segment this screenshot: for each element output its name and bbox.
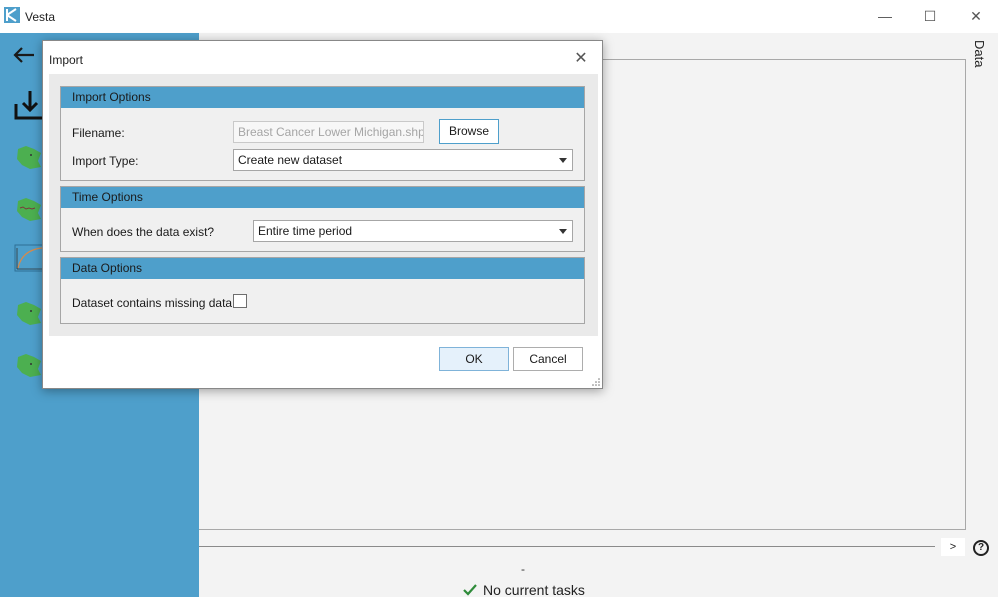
map-thumbnail-icon[interactable] — [14, 195, 44, 223]
group-heading: Time Options — [61, 187, 584, 208]
group-heading: Import Options — [61, 87, 584, 108]
import-type-label: Import Type: — [72, 154, 139, 168]
map-thumbnail-icon[interactable] — [14, 351, 44, 379]
cancel-button[interactable]: Cancel — [513, 347, 583, 371]
timeline-track[interactable] — [199, 546, 935, 547]
data-exist-label: When does the data exist? — [72, 225, 215, 239]
data-exist-select[interactable]: Entire time period — [253, 220, 573, 242]
dialog-body: Import Options Filename: Breast Cancer L… — [49, 74, 598, 336]
ok-button[interactable]: OK — [439, 347, 509, 371]
chevron-down-icon — [559, 229, 567, 234]
chart-thumbnail-icon[interactable] — [14, 244, 44, 272]
filename-field[interactable]: Breast Cancer Lower Michigan.shp — [233, 121, 424, 143]
status-dash: - — [521, 562, 525, 576]
data-exist-value: Entire time period — [258, 224, 353, 238]
back-arrow-icon[interactable] — [12, 45, 36, 65]
chevron-down-icon — [559, 158, 567, 163]
data-side-tab[interactable]: Data — [972, 40, 987, 67]
import-type-value: Create new dataset — [238, 153, 343, 167]
task-status: No current tasks — [463, 582, 585, 597]
window-title: Vesta — [25, 10, 56, 24]
minimize-button[interactable]: — — [875, 6, 895, 26]
dialog-title: Import — [49, 53, 84, 67]
task-status-text: No current tasks — [483, 582, 585, 597]
data-options-group: Data Options Dataset contains missing da… — [60, 257, 585, 324]
expand-button[interactable]: > — [941, 538, 965, 556]
import-dialog: Import ✕ Import Options Filename: Breast… — [42, 40, 603, 389]
vesta-logo-icon — [4, 7, 20, 23]
browse-button[interactable]: Browse — [439, 119, 499, 144]
maximize-button[interactable]: ☐ — [920, 6, 940, 26]
import-options-group: Import Options Filename: Breast Cancer L… — [60, 86, 585, 181]
map-thumbnail-icon[interactable] — [14, 299, 44, 327]
filename-label: Filename: — [72, 126, 125, 140]
missing-data-checkbox[interactable] — [233, 294, 247, 308]
time-options-group: Time Options When does the data exist? E… — [60, 186, 585, 252]
check-icon — [463, 584, 477, 596]
help-icon[interactable]: ? — [973, 540, 989, 556]
close-window-button[interactable]: ✕ — [966, 6, 986, 26]
map-thumbnail-icon[interactable] — [14, 143, 44, 171]
import-type-select[interactable]: Create new dataset — [233, 149, 573, 171]
dialog-close-button[interactable]: ✕ — [571, 49, 591, 69]
missing-data-label: Dataset contains missing data — [72, 296, 233, 310]
window-title-bar: Vesta — ☐ ✕ — [0, 0, 998, 33]
group-heading: Data Options — [61, 258, 584, 279]
resize-grip-icon[interactable] — [592, 378, 600, 386]
